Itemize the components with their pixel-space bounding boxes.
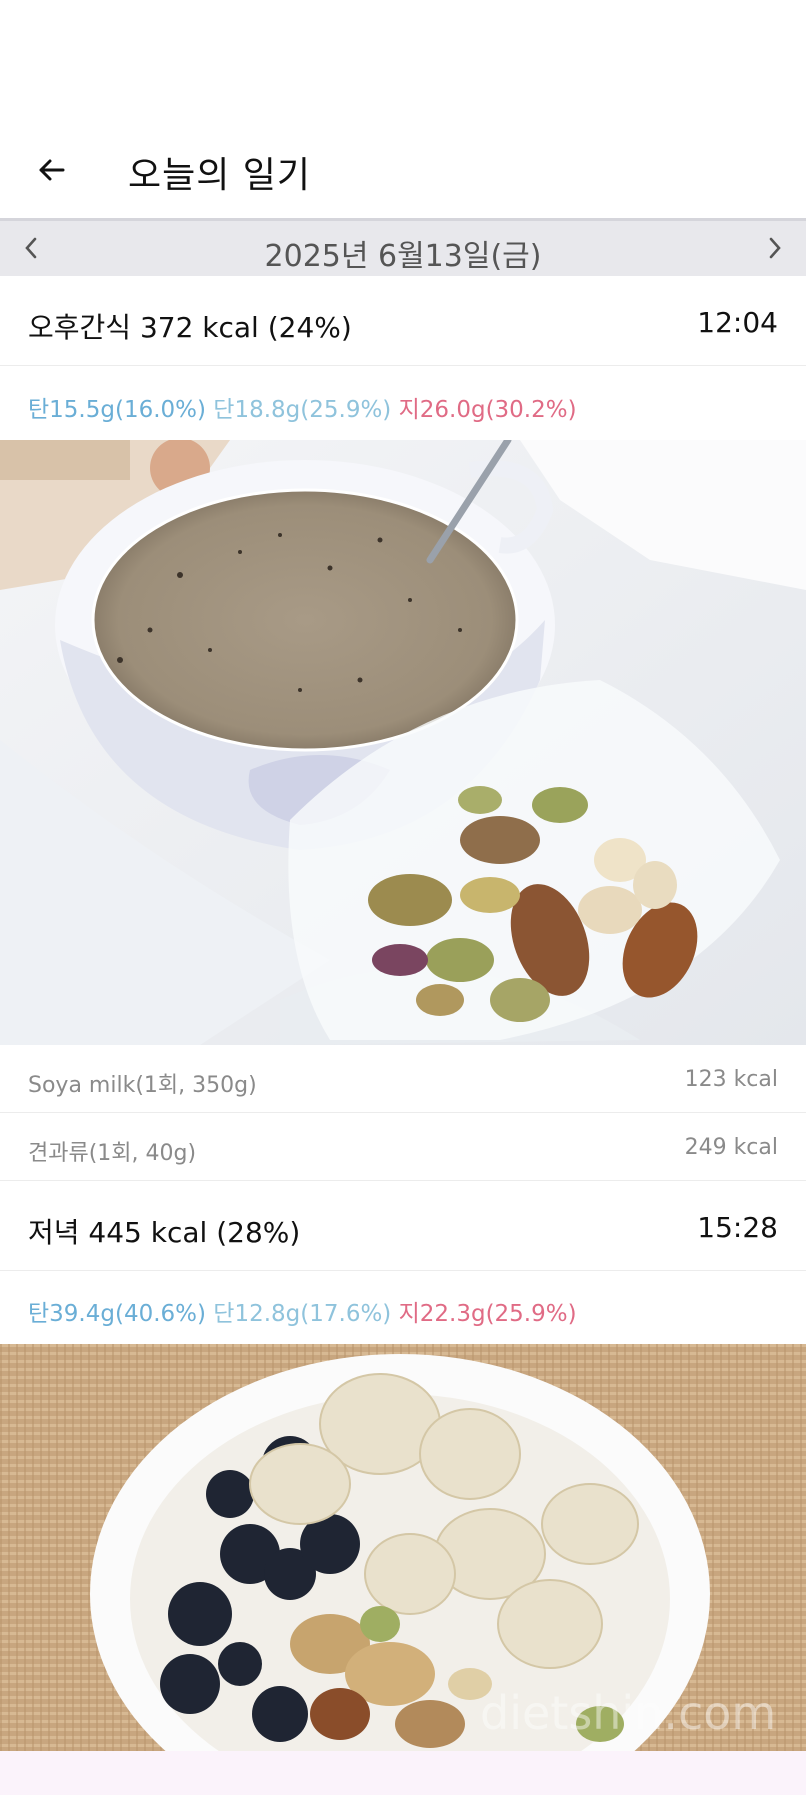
meal-title: 오후간식 372 kcal (24%): [28, 311, 352, 344]
carb-value: 탄39.4g(40.6%): [28, 1301, 206, 1327]
date-navigator: 2025년 6월13일(금): [0, 218, 806, 276]
meal-title: 저녁 445 kcal (28%): [28, 1216, 301, 1249]
macro-summary: 탄15.5g(16.0%) 단18.8g(25.9%) 지26.0g(30.2%…: [0, 368, 806, 440]
page-title: 오늘의 일기: [128, 155, 312, 196]
food-name: 견과류(1회, 40g): [28, 1141, 197, 1166]
food-item[interactable]: 견과류(1회, 40g) 249 kcal: [0, 1113, 806, 1181]
bottom-strip: [0, 1751, 806, 1795]
meal-header-dinner[interactable]: 저녁 445 kcal (28%) 15:28: [0, 1183, 806, 1271]
fat-value: 지22.3g(25.9%): [398, 1301, 577, 1327]
arrow-left-icon: [39, 159, 65, 181]
carb-value: 탄15.5g(16.0%): [28, 397, 206, 423]
meal-photo-snack[interactable]: [0, 440, 806, 1045]
next-day-button[interactable]: [762, 235, 788, 261]
current-date[interactable]: 2025년 6월13일(금): [0, 231, 806, 275]
meal-time: 15:28: [697, 1211, 778, 1244]
soymilk-and-nuts-photo: [0, 440, 806, 1045]
protein-value: 단18.8g(25.9%): [213, 397, 392, 423]
food-name: Soya milk(1회, 350g): [28, 1073, 257, 1098]
food-item[interactable]: Soya milk(1회, 350g) 123 kcal: [0, 1045, 806, 1113]
back-button[interactable]: [30, 148, 74, 192]
food-kcal: 249 kcal: [684, 1135, 778, 1160]
meal-header-snack[interactable]: 오후간식 372 kcal (24%) 12:04: [0, 278, 806, 366]
food-kcal: 123 kcal: [684, 1067, 778, 1092]
banana-blueberry-bowl-photo: dietshin.com: [0, 1344, 806, 1751]
chevron-right-icon: [769, 237, 781, 259]
watermark: dietshin.com: [480, 1686, 776, 1740]
meal-time: 12:04: [697, 306, 778, 339]
fat-value: 지26.0g(30.2%): [398, 397, 577, 423]
macro-summary: 탄39.4g(40.6%) 단12.8g(17.6%) 지22.3g(25.9%…: [0, 1272, 806, 1344]
protein-value: 단12.8g(17.6%): [213, 1301, 392, 1327]
meal-photo-dinner[interactable]: dietshin.com: [0, 1344, 806, 1751]
app-header: 오늘의 일기: [0, 0, 806, 218]
